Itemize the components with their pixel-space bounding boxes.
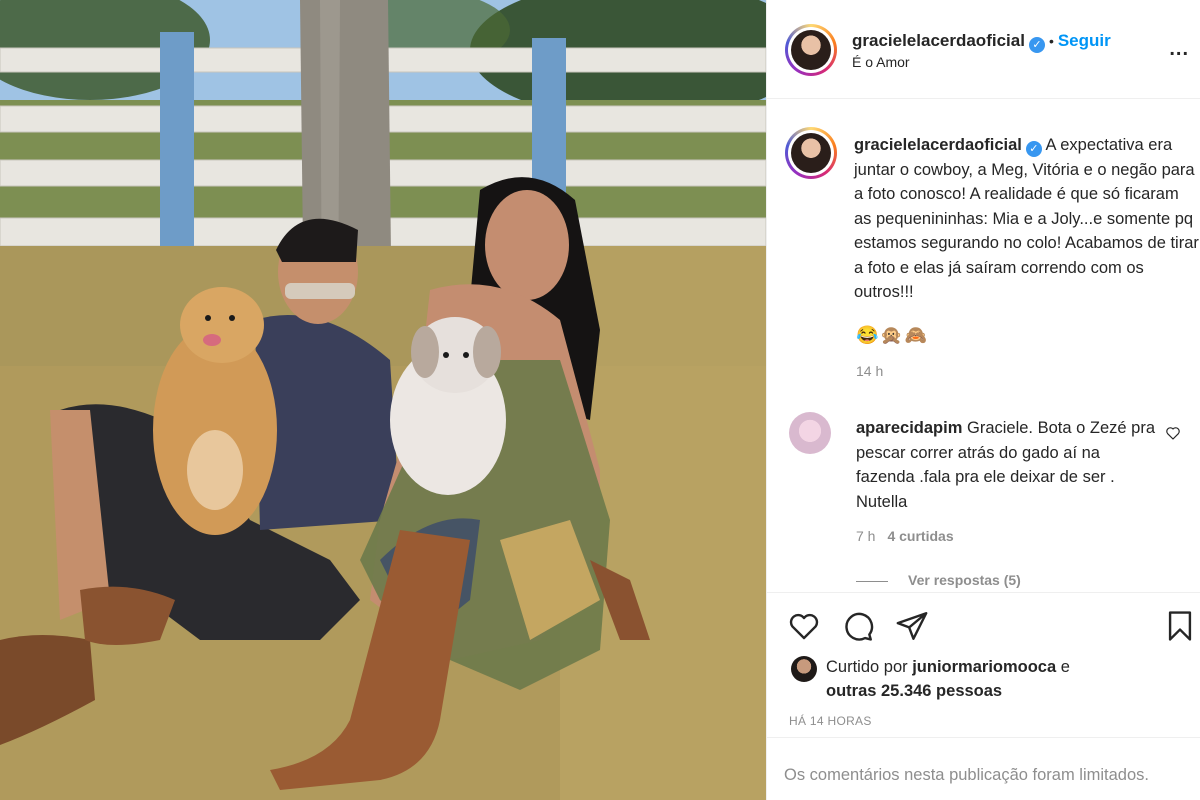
caption-time[interactable]: 14 h [856, 363, 883, 379]
more-options-icon[interactable]: ... [1169, 38, 1189, 61]
commenter-avatar[interactable] [789, 412, 831, 454]
liked-by-text: Curtido por juniormariomooca e outras 25… [826, 655, 1186, 703]
view-replies-button[interactable]: Ver respostas (5) [856, 572, 1021, 588]
comment-time[interactable]: 7 h [856, 528, 875, 544]
bookmark-icon[interactable] [1163, 609, 1197, 643]
post-actions: Curtido por juniormariomooca e outras 25… [767, 592, 1200, 737]
comment-icon[interactable] [841, 609, 875, 643]
replies-divider [856, 580, 888, 582]
caption-emojis: 😂🙊🙈 [856, 325, 930, 345]
verified-badge-icon: ✓ [1028, 37, 1045, 53]
liked-by-prefix: Curtido por [826, 658, 908, 676]
header-user-line: gracielelacerdaoficial ✓ • Seguir [852, 31, 1111, 53]
post-caption: gracielelacerdaoficial ✓ A expectativa er… [854, 133, 1199, 305]
author-avatar[interactable] [785, 24, 837, 76]
comment-meta: 7 h 4 curtidas [856, 528, 954, 544]
post-timestamp[interactable]: HÁ 14 HORAS [789, 714, 872, 728]
commenter-username[interactable]: aparecidapim [856, 419, 962, 437]
share-icon[interactable] [895, 609, 929, 643]
separator-dot: • [1048, 33, 1054, 49]
photo-illustration [0, 0, 766, 800]
caption-text: A expectativa era juntar o cowboy, a Meg… [854, 136, 1199, 301]
comments-limited-notice: Os comentários nesta publicação foram li… [767, 737, 1200, 800]
liked-by-suffix: e [1060, 658, 1070, 676]
caption-author-avatar[interactable] [785, 127, 837, 179]
author-username[interactable]: gracielelacerdaoficial [852, 31, 1025, 50]
post-header: gracielelacerdaoficial ✓ • Seguir É o Amor … [767, 0, 1200, 99]
comment-like-heart-icon[interactable] [1165, 425, 1181, 441]
view-replies-label: Ver respostas (5) [908, 572, 1021, 588]
caption-username[interactable]: gracielelacerdaoficial [854, 136, 1022, 154]
likes-count[interactable]: outras 25.346 pessoas [826, 682, 1002, 700]
liked-by-avatar[interactable] [791, 656, 817, 682]
comment-likes[interactable]: 4 curtidas [887, 528, 953, 544]
comment-item: aparecidapim Graciele. Bota o Zezé pra p… [856, 416, 1156, 514]
post-photo[interactable] [0, 0, 766, 800]
post-panel: gracielelacerdaoficial ✓ • Seguir É o Amor … [766, 0, 1200, 800]
follow-button[interactable]: Seguir [1058, 31, 1111, 50]
post-location[interactable]: É o Amor [852, 54, 910, 70]
verified-badge-icon: ✓ [1025, 141, 1042, 157]
liked-by-user[interactable]: juniormariomooca [912, 658, 1056, 676]
comments-area[interactable]: gracielelacerdaoficial ✓ A expectativa er… [767, 100, 1200, 592]
heart-icon[interactable] [787, 609, 821, 643]
